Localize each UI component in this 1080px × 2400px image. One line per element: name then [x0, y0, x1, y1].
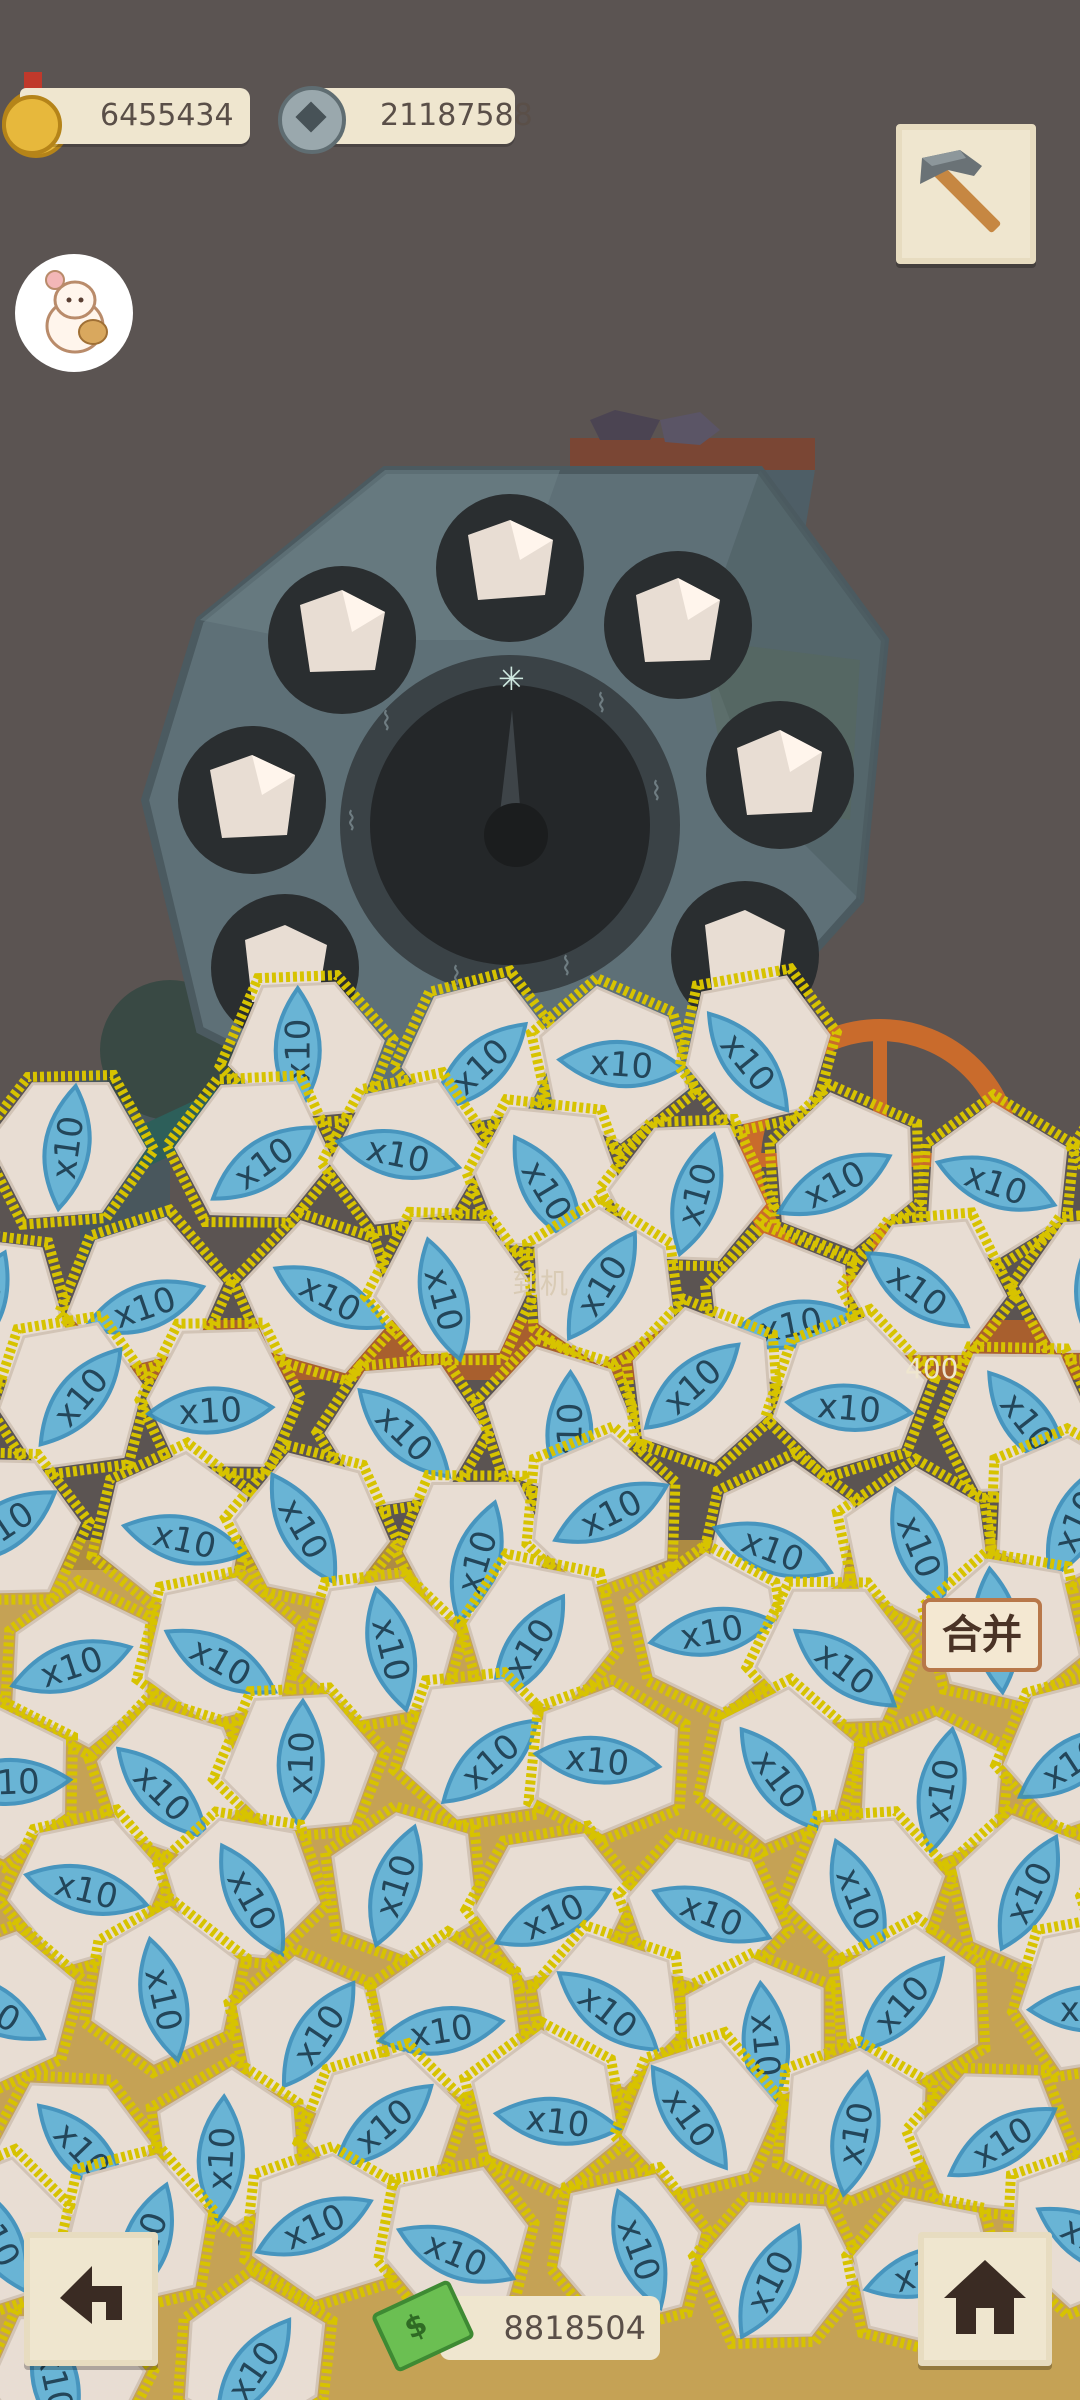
svg-text:⌇: ⌇: [560, 952, 573, 982]
back-arrow-icon: [60, 2266, 122, 2324]
x10-label: x10: [178, 1390, 243, 1433]
x10-label: x10: [281, 1731, 323, 1796]
pickaxe-icon: [920, 150, 1001, 233]
home-icon: [944, 2260, 1026, 2334]
buried-number: 400: [905, 1352, 959, 1385]
slot-3: [706, 701, 854, 849]
gold-coin-icon-front: [2, 95, 62, 155]
pickaxe-button[interactable]: [896, 124, 1036, 264]
x10-label: x10: [588, 1043, 654, 1087]
buried-label: 到机: [512, 1267, 569, 1300]
slot-6: [178, 726, 326, 874]
x10-label: x10: [524, 2099, 592, 2146]
game-scene: ✳ ⌇ ⌇ ⌇ ⌇ ⌇ ⌇ x10 x10 x10 x10 x10 x10 x10 x10 x1…: [0, 410, 1080, 2400]
svg-text:⌇: ⌇: [595, 689, 608, 719]
back-button[interactable]: [24, 2232, 158, 2366]
svg-text:✳: ✳: [498, 660, 525, 698]
x10-label: x10: [816, 1386, 883, 1431]
merge-button[interactable]: 合并: [922, 1598, 1042, 1672]
slot-5: [268, 566, 416, 714]
dial: ✳ ⌇ ⌇ ⌇ ⌇ ⌇ ⌇: [340, 655, 680, 995]
player-avatar[interactable]: [15, 254, 133, 372]
slot-1: [436, 494, 584, 642]
cash-counter: 8818504: [440, 2296, 660, 2360]
svg-text:⌇: ⌇: [380, 707, 393, 737]
x10-label: x10: [0, 1762, 40, 1804]
slot-2: [604, 551, 752, 699]
silver-coin-icon: [278, 86, 346, 154]
x10-label: x10: [200, 2126, 243, 2191]
svg-text:⌇: ⌇: [650, 777, 663, 807]
home-button[interactable]: [918, 2232, 1052, 2366]
x10-label: x10: [1059, 1989, 1080, 2030]
x10-label: x10: [564, 1738, 631, 1784]
svg-text:⌇: ⌇: [345, 807, 358, 837]
rabbit-avatar-icon: [45, 270, 108, 354]
